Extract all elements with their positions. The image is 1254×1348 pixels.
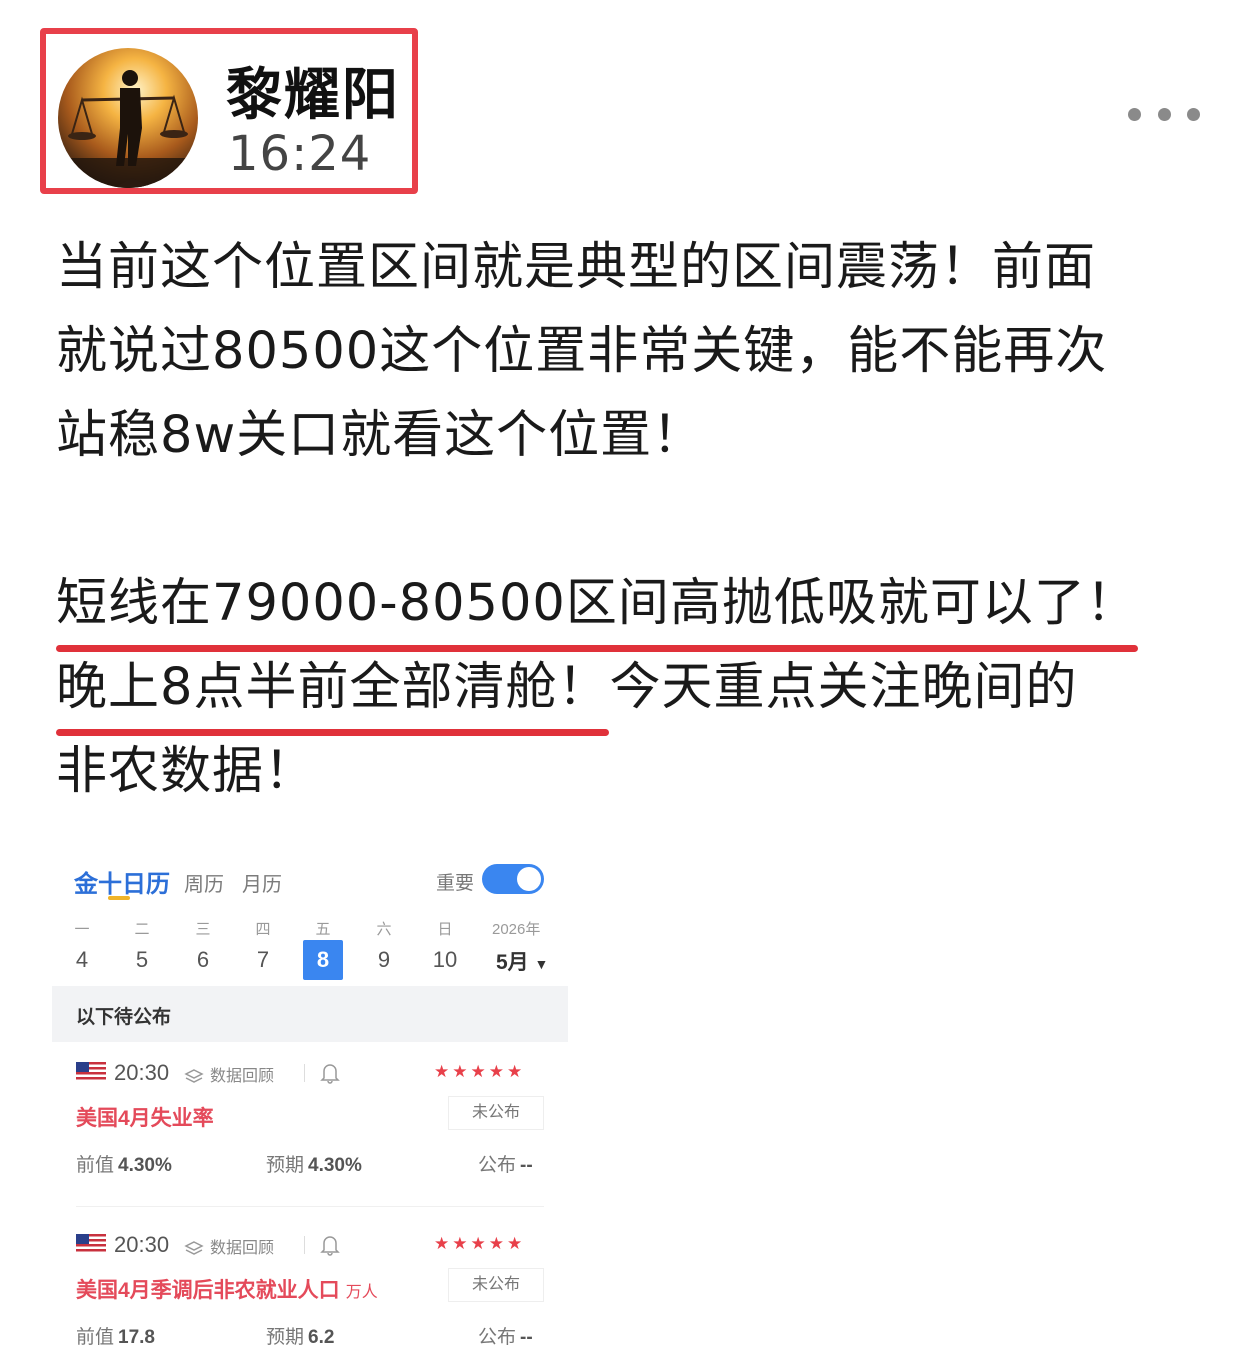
event-time: 20:30: [114, 1232, 170, 1257]
post-line: 非农数据！: [56, 742, 317, 801]
layers-icon: [184, 1241, 204, 1255]
event-divider: [76, 1206, 544, 1207]
actual-number: --: [520, 1327, 533, 1348]
pending-section-header: 以下待公布: [52, 986, 568, 1042]
post-line: 就说过80500这个位置非常关键，能不能再次: [56, 322, 1108, 381]
event-time: 20:30: [114, 1060, 170, 1085]
tab-jin10-calendar[interactable]: 金十日历: [74, 864, 170, 899]
forecast-label: 预期: [266, 1327, 305, 1348]
year-label: 2026年: [492, 921, 541, 938]
important-toggle-label: 重要: [436, 873, 475, 894]
event-name: 美国4月失业率: [76, 1102, 214, 1132]
avatar[interactable]: [58, 48, 198, 188]
tab-monthly[interactable]: 月历: [242, 868, 282, 897]
event-row[interactable]: 20:30 数据回顾 ★★★★★ 美国4月季调后非农就业人口 万人 未公布 前值 1…: [52, 1224, 568, 1348]
forecast-label: 预期: [266, 1155, 305, 1176]
divider: [304, 1236, 305, 1254]
us-flag-icon: [76, 1062, 106, 1082]
author-highlight-box: 黎耀阳 16:24: [40, 28, 418, 194]
post-text-span: 今天重点关注晚间的: [609, 658, 1078, 717]
previous-value: 前值 17.8: [76, 1322, 155, 1348]
actual-label: 公布: [478, 1155, 517, 1176]
author-name[interactable]: 黎耀阳: [226, 50, 400, 131]
day-cell-selected[interactable]: 8: [303, 940, 343, 980]
more-dots-icon[interactable]: [1128, 100, 1200, 128]
more-dot: [1128, 107, 1141, 121]
day-cell[interactable]: 5: [122, 940, 162, 980]
previous-value: 前值 4.30%: [76, 1150, 172, 1177]
more-dot: [1187, 107, 1200, 121]
day-cell[interactable]: 7: [243, 940, 283, 980]
weekday-label: 一: [74, 921, 90, 938]
actual-value: 公布 --: [478, 1322, 533, 1348]
data-review-link[interactable]: 数据回顾: [184, 1234, 274, 1258]
caret-down-icon: ▼: [534, 956, 549, 972]
actual-label: 公布: [478, 1327, 517, 1348]
us-flag-icon: [76, 1234, 106, 1254]
importance-stars: ★★★★★: [434, 1234, 526, 1253]
layers-icon: [184, 1069, 204, 1083]
prev-number: 4.30%: [118, 1155, 172, 1176]
weekday-label: 二: [134, 921, 150, 938]
divider: [304, 1064, 305, 1082]
economic-calendar-widget: 金十日历 周历 月历 重要 一 二 三 四 五 六 日 2026年 4 5 6 …: [52, 852, 568, 1348]
event-name: 美国4月季调后非农就业人口 万人: [76, 1274, 378, 1304]
bell-icon[interactable]: [320, 1234, 340, 1256]
event-name-text: 美国4月季调后非农就业人口: [76, 1279, 340, 1302]
review-label: 数据回顾: [210, 1240, 275, 1257]
month-label: 5月: [496, 951, 529, 974]
day-cell[interactable]: 6: [183, 940, 223, 980]
active-tab-indicator: [108, 896, 130, 900]
actual-value: 公布 --: [478, 1150, 533, 1177]
status-badge: 未公布: [448, 1096, 544, 1130]
section-title: 以下待公布: [76, 1007, 172, 1028]
prev-label: 前值: [76, 1155, 115, 1176]
day-cell[interactable]: 9: [364, 940, 404, 980]
more-dot: [1157, 107, 1171, 121]
post-paragraph-2: 短线在79000-80500区间高抛低吸就可以了！ 晚上8点半前全部清舱！今天重…: [56, 562, 1206, 814]
month-selector[interactable]: 5月 ▼: [496, 946, 548, 976]
data-review-link[interactable]: 数据回顾: [184, 1062, 274, 1086]
event-unit: 万人: [345, 1284, 378, 1301]
post-time: 16:24: [228, 126, 372, 182]
forecast-number: 4.30%: [308, 1155, 362, 1176]
post-paragraph-1: 当前这个位置区间就是典型的区间震荡！前面 就说过80500这个位置非常关键，能不…: [56, 226, 1206, 478]
bell-icon[interactable]: [320, 1062, 340, 1084]
important-toggle[interactable]: [482, 864, 544, 894]
day-cell[interactable]: 10: [425, 940, 465, 980]
review-label: 数据回顾: [210, 1068, 275, 1085]
actual-number: --: [520, 1155, 533, 1176]
forecast-value: 预期 4.30%: [266, 1150, 362, 1177]
post-line: 当前这个位置区间就是典型的区间震荡！前面: [56, 238, 1097, 297]
event-name-text: 美国4月失业率: [76, 1107, 214, 1130]
forecast-value: 预期 6.2: [266, 1322, 334, 1348]
tab-weekly[interactable]: 周历: [184, 868, 224, 897]
day-cell[interactable]: 4: [62, 940, 102, 980]
status-badge: 未公布: [448, 1268, 544, 1302]
underlined-text: 晚上8点半前全部清舱！: [56, 646, 610, 736]
weekday-label: 六: [376, 921, 392, 938]
underlined-text: 短线在79000-80500区间高抛低吸就可以了！: [56, 562, 1138, 652]
weekday-label: 日: [437, 921, 453, 938]
weekday-label: 四: [255, 921, 271, 938]
prev-number: 17.8: [118, 1327, 155, 1348]
weekday-label: 三: [195, 921, 211, 938]
event-row[interactable]: 20:30 数据回顾 ★★★★★ 美国4月失业率 未公布 前值 4.30% 预期 4…: [52, 1052, 568, 1202]
forecast-number: 6.2: [308, 1327, 335, 1348]
importance-stars: ★★★★★: [434, 1062, 526, 1081]
post-line: 站稳8w关口就看这个位置！: [56, 406, 705, 465]
prev-label: 前值: [76, 1327, 115, 1348]
weekday-label: 五: [315, 921, 331, 938]
